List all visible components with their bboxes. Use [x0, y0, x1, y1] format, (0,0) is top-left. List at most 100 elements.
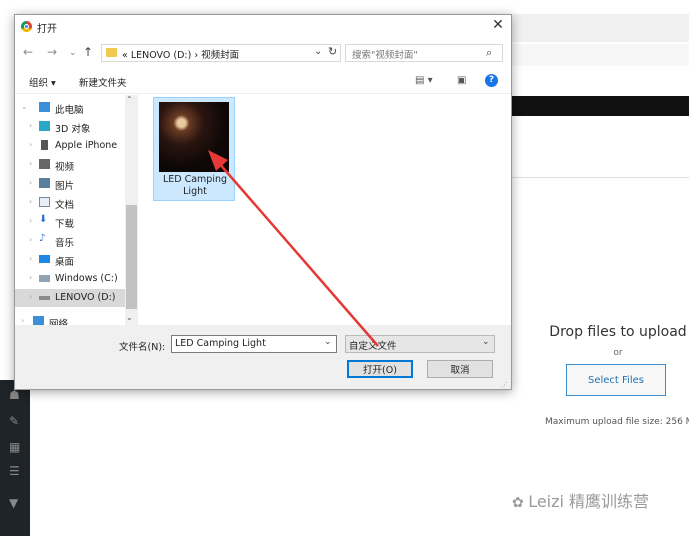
nav-item-this-pc[interactable]: ⌄ 此电脑	[15, 99, 125, 117]
file-name: LED Camping Light	[162, 174, 228, 197]
browser-addressbar	[510, 44, 689, 66]
nav-item-documents[interactable]: › 文档	[15, 194, 125, 212]
drive-icon	[39, 296, 50, 300]
nav-item-desktop[interactable]: › 桌面	[15, 251, 125, 269]
nav-item-apple-iphone[interactable]: › Apple iPhone	[15, 137, 125, 155]
open-file-dialog: 打开 ✕ ← → ⌄ ↑ « LENOVO (D:) › 视频封面 ⌄ ↻ 搜索…	[14, 14, 512, 390]
new-folder-button[interactable]: 新建文件夹	[79, 75, 127, 89]
filename-input[interactable]: LED Camping Light ⌄	[171, 335, 337, 353]
expand-icon[interactable]: ›	[29, 216, 32, 225]
select-files-button[interactable]: Select Files	[566, 364, 666, 396]
navigation-pane: ⌄ 此电脑 › 3D 对象 › Apple iPhone › 视频 › 图片 ›…	[15, 93, 139, 330]
computer-icon	[39, 102, 50, 112]
music-icon: ♪	[39, 233, 46, 244]
filetype-value: 自定义文件	[349, 341, 397, 352]
expand-icon[interactable]: ›	[29, 292, 32, 301]
cube-icon	[39, 121, 50, 131]
preview-pane-icon[interactable]: ▣	[457, 75, 466, 86]
dialog-title: 打开	[37, 24, 57, 35]
chevron-down-icon[interactable]: ⌄	[482, 337, 490, 347]
chrome-icon	[21, 21, 32, 32]
nav-item-label: 文档	[55, 200, 75, 211]
scroll-up-icon[interactable]: ⌃	[126, 95, 133, 104]
filename-value[interactable]: LED Camping Light	[175, 338, 266, 349]
expand-icon[interactable]: ›	[29, 197, 32, 206]
up-button[interactable]: ↑	[83, 45, 93, 59]
chevron-down-icon[interactable]: ⌄	[314, 46, 322, 57]
plugin-icon[interactable]: ▼	[9, 496, 18, 510]
expand-icon[interactable]: ›	[29, 235, 32, 244]
search-box[interactable]: 搜索"视频封面" ⌕	[345, 44, 503, 62]
watermark-text: Leizi 精鹰训练营	[528, 492, 650, 511]
back-button[interactable]: ←	[23, 45, 33, 59]
nav-item-label: 视频	[55, 162, 75, 173]
desktop-icon	[39, 255, 50, 263]
forward-button[interactable]: →	[47, 45, 57, 59]
document-icon	[39, 197, 50, 207]
dialog-footer: 文件名(N): LED Camping Light ⌄ 自定义文件 ⌄ 打开(O…	[15, 325, 511, 389]
divider	[510, 177, 689, 178]
dialog-titlebar[interactable]: 打开 ✕	[15, 15, 511, 39]
scroll-down-icon[interactable]: ⌄	[126, 313, 133, 322]
browser-tabbar	[510, 14, 689, 42]
address-path[interactable]: « LENOVO (D:) › 视频封面	[122, 47, 239, 61]
folder-icon	[106, 48, 117, 57]
nav-item-3d-objects[interactable]: › 3D 对象	[15, 118, 125, 136]
scrollbar-thumb[interactable]	[126, 205, 137, 309]
expand-icon[interactable]: ⌄	[21, 102, 28, 111]
user-icon[interactable]: ☗	[9, 388, 20, 402]
nav-item-label: 音乐	[55, 238, 75, 249]
chevron-down-icon[interactable]: ⌄	[324, 337, 332, 347]
filename-label: 文件名(N):	[119, 342, 166, 353]
search-icon[interactable]: ⌕	[486, 46, 492, 60]
drive-icon	[39, 275, 50, 282]
expand-icon[interactable]: ›	[29, 121, 32, 130]
expand-icon[interactable]: ›	[29, 159, 32, 168]
download-icon: ⬇	[39, 214, 48, 225]
settings-icon[interactable]: ▦	[9, 440, 20, 454]
filetype-select[interactable]: 自定义文件 ⌄	[345, 335, 495, 353]
list-icon[interactable]: ☰	[9, 464, 20, 478]
nav-item-label: 3D 对象	[55, 124, 91, 135]
expand-icon[interactable]: ›	[29, 254, 32, 263]
nav-item-pictures[interactable]: › 图片	[15, 175, 125, 193]
close-button[interactable]: ✕	[489, 17, 507, 33]
file-thumbnail	[159, 102, 229, 172]
video-icon	[39, 159, 50, 169]
cancel-button[interactable]: 取消	[427, 360, 493, 378]
max-upload-size-text: Maximum upload file size: 256 MB	[545, 417, 689, 427]
file-item-led-camping-light[interactable]: LED Camping Light	[153, 97, 235, 201]
phone-icon	[41, 140, 48, 150]
nav-item-label: 桌面	[55, 257, 75, 268]
nav-item-windows-c[interactable]: › Windows (C:)	[15, 270, 125, 288]
expand-icon[interactable]: ›	[21, 316, 24, 325]
nav-item-lenovo-d[interactable]: › LENOVO (D:)	[15, 289, 125, 307]
recent-locations-button[interactable]: ⌄	[69, 48, 77, 58]
expand-icon[interactable]: ›	[29, 178, 32, 187]
organize-button[interactable]: 组织 ▾	[29, 75, 56, 89]
nav-item-label: 下载	[55, 219, 75, 230]
admin-sidebar	[0, 380, 30, 536]
watermark: ✿ Leizi 精鹰训练营	[512, 488, 649, 512]
expand-icon[interactable]: ›	[29, 140, 32, 149]
view-options-icon[interactable]: ▤ ▾	[415, 75, 433, 86]
open-button[interactable]: 打开(O)	[347, 360, 413, 378]
wechat-icon: ✿	[512, 495, 529, 511]
expand-icon[interactable]: ›	[29, 273, 32, 282]
nav-item-label: 此电脑	[55, 105, 84, 116]
nav-item-downloads[interactable]: › ⬇ 下载	[15, 213, 125, 231]
nav-item-label: LENOVO (D:)	[55, 292, 116, 303]
nav-item-videos[interactable]: › 视频	[15, 156, 125, 174]
search-input[interactable]: 搜索"视频封面"	[352, 47, 418, 61]
resize-grip-icon[interactable]: ⋰	[501, 381, 508, 389]
drop-files-text: Drop files to upload	[549, 324, 687, 340]
nav-item-music[interactable]: › ♪ 音乐	[15, 232, 125, 250]
help-icon[interactable]: ?	[485, 74, 498, 87]
admin-topbar	[510, 96, 689, 116]
nav-item-label: Windows (C:)	[55, 273, 118, 284]
wrench-icon[interactable]: ✎	[9, 414, 19, 428]
refresh-icon[interactable]: ↻	[328, 45, 337, 58]
nav-item-label: 图片	[55, 181, 75, 192]
picture-icon	[39, 178, 50, 188]
address-bar[interactable]: « LENOVO (D:) › 视频封面 ⌄ ↻	[101, 44, 341, 62]
